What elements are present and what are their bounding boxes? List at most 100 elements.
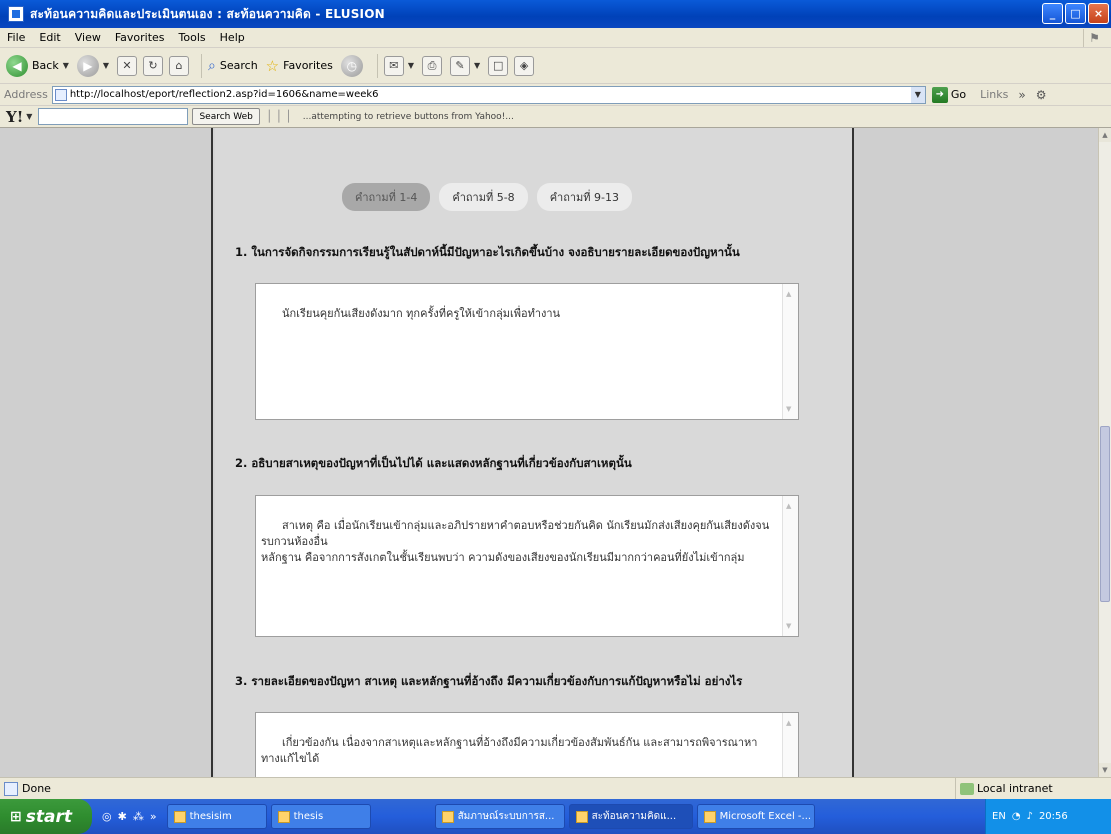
- page-done-icon: [4, 781, 18, 796]
- menu-edit[interactable]: Edit: [32, 31, 67, 44]
- print-icon[interactable]: ⎙: [421, 55, 442, 76]
- status-text: Done: [22, 782, 51, 795]
- forward-button[interactable]: ▶ ▼: [76, 54, 110, 77]
- chevron-down-icon: ▼: [473, 61, 481, 70]
- folder-icon: [277, 810, 290, 823]
- back-button[interactable]: ◀ Back ▼: [6, 54, 69, 77]
- yahoo-status-text: ...attempting to retrieve buttons from Y…: [302, 111, 514, 122]
- maximize-button[interactable]: □: [1065, 3, 1086, 24]
- ie-quicklaunch-icon[interactable]: ◎: [102, 810, 112, 823]
- menu-favorites[interactable]: Favorites: [108, 31, 172, 44]
- menu-file[interactable]: File: [0, 31, 32, 44]
- search-web-button[interactable]: Search Web: [192, 108, 260, 125]
- task-label: Microsoft Excel -...: [719, 811, 812, 822]
- tab-questions-5-8[interactable]: คำถามที่ 5-8: [439, 183, 528, 211]
- edit-button[interactable]: ✎ ▼: [449, 55, 481, 76]
- task-excel[interactable]: Microsoft Excel -...: [696, 804, 815, 829]
- answer-1-text: นักเรียนคุยกันเสียงดังมาก ทุกครั้งที่ครู…: [281, 307, 561, 320]
- task-reflection[interactable]: สะท้อนความคิดแ...: [568, 804, 693, 829]
- history-button[interactable]: ◷: [340, 54, 363, 77]
- menu-help[interactable]: Help: [213, 31, 252, 44]
- task-label: thesisim: [189, 811, 232, 822]
- toolbar: ◀ Back ▼ ▶ ▼ ✕ ↻ ⌂ ⌕ Search ☆ Favorites …: [0, 48, 1111, 84]
- favorites-button[interactable]: ☆ Favorites: [266, 57, 333, 75]
- home-icon[interactable]: ⌂: [169, 55, 190, 76]
- yahoo-toolbar: Y! ▼ Search Web │││ ...attempting to ret…: [0, 106, 1111, 128]
- language-indicator[interactable]: EN: [992, 811, 1006, 822]
- network-icon[interactable]: ◔: [1012, 811, 1021, 822]
- answer-2-textarea[interactable]: สาเหตุ คือ เมื่อนักเรียนเข้ากลุ่มและอภิป…: [255, 495, 799, 637]
- volume-icon[interactable]: ♪: [1027, 811, 1033, 822]
- textarea-scrollbar[interactable]: [782, 496, 798, 636]
- chevron-down-icon[interactable]: ▼: [910, 86, 925, 103]
- chevron-down-icon: ▼: [407, 61, 414, 70]
- reflection-form: คำถามที่ 1-4 คำถามที่ 5-8 คำถามที่ 9-13 …: [215, 128, 852, 777]
- system-tray: EN ◔ ♪ 20:56: [985, 799, 1111, 834]
- history-clock-icon: ◷: [340, 54, 363, 77]
- go-arrow-icon: ➜: [931, 86, 948, 103]
- double-chevron-icon[interactable]: »: [150, 810, 157, 823]
- task-thesisim[interactable]: thesisim: [166, 804, 267, 829]
- stop-icon[interactable]: ✕: [117, 55, 138, 76]
- address-bar: Address http://localhost/eport/reflectio…: [0, 84, 1111, 106]
- page-scrollbar[interactable]: ▲ ▼: [1098, 128, 1111, 777]
- taskbar: ⊞ start ◎ ✱ ⁂ » thesisim thesis สัมภาษณ์…: [0, 799, 1111, 834]
- answer-3-textarea[interactable]: เกี่ยวข้องกัน เนื่องจากสาเหตุและหลักฐานท…: [255, 712, 799, 777]
- title-bar: สะท้อนความคิดและประเมินตนเอง : สะท้อนควา…: [0, 0, 1111, 28]
- close-button[interactable]: ×: [1088, 3, 1109, 24]
- tab-questions-9-13[interactable]: คำถามที่ 9-13: [536, 183, 633, 211]
- document-icon: [441, 810, 454, 823]
- mail-button[interactable]: ✉ ▼: [383, 55, 414, 76]
- star-icon: ☆: [265, 56, 280, 75]
- task-label: สัมภาษณ์ระบบการส...: [457, 811, 555, 822]
- answer-2-text: สาเหตุ คือ เมื่อนักเรียนเข้ากลุ่มและอภิป…: [261, 519, 770, 564]
- menu-bar: File Edit View Favorites Tools Help ⚑: [0, 28, 1111, 48]
- refresh-icon[interactable]: ↻: [143, 55, 164, 76]
- yahoo-search-input[interactable]: [38, 108, 189, 125]
- quick-launch: ◎ ✱ ⁂ »: [102, 810, 157, 823]
- chevron-down-icon: ▼: [62, 61, 69, 70]
- apps-quicklaunch-icon[interactable]: ⁂: [133, 810, 144, 823]
- back-label: Back: [32, 59, 59, 72]
- yahoo-logo[interactable]: Y!: [6, 108, 23, 126]
- toolbar-divider: [376, 53, 378, 78]
- question-tabs: คำถามที่ 1-4 คำถามที่ 5-8 คำถามที่ 9-13: [342, 183, 724, 211]
- double-chevron-icon[interactable]: »: [1018, 88, 1025, 102]
- links-button[interactable]: Links: [980, 88, 1008, 101]
- task-interview[interactable]: สัมภาษณ์ระบบการส...: [434, 804, 565, 829]
- start-button[interactable]: ⊞ start: [0, 799, 92, 834]
- scroll-down-icon[interactable]: ▼: [1099, 763, 1111, 777]
- left-margin: [0, 128, 213, 777]
- tab-questions-1-4[interactable]: คำถามที่ 1-4: [342, 183, 431, 211]
- chevron-down-icon[interactable]: ▼: [26, 112, 32, 121]
- minimize-button[interactable]: _: [1042, 3, 1063, 24]
- task-label: thesis: [293, 811, 324, 822]
- messenger-icon[interactable]: ◈: [514, 55, 535, 76]
- question-1: 1. ในการจัดกิจกรรมการเรียนรู้ในสัปดาห์นี…: [235, 245, 740, 259]
- textarea-scrollbar[interactable]: [782, 713, 798, 777]
- security-zone: Local intranet: [955, 778, 1111, 799]
- answer-1-textarea[interactable]: นักเรียนคุยกันเสียงดังมาก ทุกครั้งที่ครู…: [255, 283, 799, 420]
- address-url[interactable]: http://localhost/eport/reflection2.asp?i…: [70, 89, 911, 100]
- mail-icon: ✉: [383, 55, 404, 76]
- media-quicklaunch-icon[interactable]: ✱: [118, 810, 127, 823]
- menu-view[interactable]: View: [68, 31, 108, 44]
- search-button[interactable]: ⌕ Search: [208, 58, 258, 74]
- address-field[interactable]: http://localhost/eport/reflection2.asp?i…: [51, 85, 926, 104]
- textarea-scrollbar[interactable]: [782, 284, 798, 419]
- go-button[interactable]: ➜ Go: [931, 86, 966, 103]
- clock[interactable]: 20:56: [1039, 811, 1068, 822]
- toolbar-grip-icon: │││: [265, 110, 295, 123]
- windows-logo-icon: ⊞: [10, 808, 22, 825]
- discuss-icon[interactable]: □: [488, 55, 509, 76]
- task-thesis[interactable]: thesis: [270, 804, 371, 829]
- status-bar: Done Local intranet: [0, 777, 1111, 799]
- scroll-up-icon[interactable]: ▲: [1099, 128, 1111, 142]
- toolbar-settings-icon[interactable]: ⚙: [1036, 88, 1047, 102]
- menu-tools[interactable]: Tools: [172, 31, 213, 44]
- scrollbar-thumb[interactable]: [1100, 426, 1110, 602]
- chevron-down-icon: ▼: [102, 61, 110, 70]
- start-label: start: [25, 806, 72, 827]
- forward-arrow-icon: ▶: [76, 54, 99, 77]
- question-2: 2. อธิบายสาเหตุของปัญหาที่เป็นไปได้ และแ…: [235, 456, 632, 470]
